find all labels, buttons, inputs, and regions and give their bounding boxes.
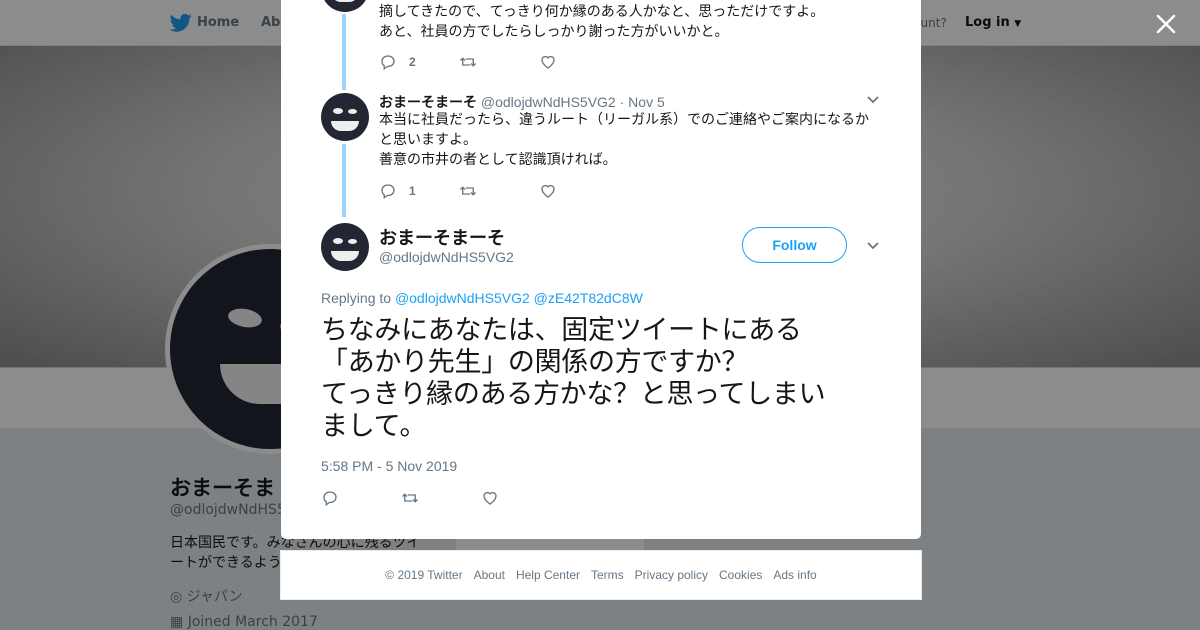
tweet-actions	[321, 489, 561, 507]
tweet-timestamp[interactable]: 5:58 PM - 5 Nov 2019	[321, 458, 457, 474]
reply-mention-link[interactable]: @odlojdwNdHS5VG2	[395, 290, 530, 306]
author-handle[interactable]: @odlojdwNdHS5VG2	[379, 249, 514, 265]
author-handle[interactable]: @odlojdwNdHS5VG2	[481, 94, 616, 110]
replying-to: Replying to @odlojdwNdHS5VG2 @zE42T82dC8…	[321, 290, 643, 306]
footer-link-terms[interactable]: Terms	[591, 568, 624, 582]
reply-icon	[381, 184, 395, 200]
retweet-icon	[460, 186, 476, 196]
reply-icon	[323, 491, 337, 507]
footer-link-ads-info[interactable]: Ads info	[773, 568, 816, 582]
tweet-date[interactable]: · Nov 5	[620, 94, 665, 110]
chevron-down-icon[interactable]	[867, 242, 879, 250]
retweet-icon	[402, 493, 418, 503]
like-icon	[541, 184, 555, 198]
reply-button[interactable]	[321, 489, 401, 507]
avatar[interactable]	[321, 0, 369, 12]
retweet-button[interactable]	[459, 182, 539, 200]
tweet-text-line: 「あかり先生」の関係の方ですか？	[321, 347, 749, 378]
retweet-icon	[460, 57, 476, 67]
tweet-actions: 2	[379, 52, 619, 72]
footer-link-help-center[interactable]: Help Center	[516, 568, 580, 582]
retweet-button[interactable]	[459, 53, 539, 71]
avatar[interactable]	[321, 93, 369, 141]
like-button[interactable]	[539, 53, 619, 71]
thread-connector	[342, 144, 346, 217]
tweet-header: おまーそまーそ @odlojdwNdHS5VG2 · Nov 5	[379, 92, 665, 112]
reply-count: 1	[409, 184, 416, 198]
tweet-permalink-modal: 摘してきたので、てっきり何か縁のある人かなと、思っただけですよ。 あと、社員の方…	[281, 0, 921, 539]
like-icon	[541, 55, 555, 69]
reply-button[interactable]: 1	[379, 182, 459, 200]
author-name[interactable]: おまーそまーそ	[379, 94, 477, 110]
tweet-text-line: 摘してきたので、てっきり何か縁のある人かなと、思っただけですよ。	[379, 4, 825, 20]
replying-prefix: Replying to	[321, 290, 392, 306]
tweet-text-line: あと、社員の方でしたらしっかり謝った方がいいかと。	[379, 24, 729, 40]
avatar[interactable]	[321, 223, 369, 271]
reply-button[interactable]: 2	[379, 53, 459, 71]
footer-copyright: © 2019 Twitter	[385, 568, 463, 582]
tweet-text-line: 本当に社員だったら、違うルート（リーガル系）でのご連絡やご案内になるか	[379, 112, 869, 128]
footer-link-about[interactable]: About	[474, 568, 505, 582]
tweet-text-line: と思いますよ。	[379, 132, 477, 148]
tweet-text: 摘してきたので、てっきり何か縁のある人かなと、思っただけですよ。 あと、社員の方…	[379, 2, 824, 42]
chevron-down-icon[interactable]	[867, 96, 879, 104]
main-tweet-text: ちなみにあなたは、固定ツイートにある 「あかり先生」の関係の方ですか？ てっきり…	[321, 315, 881, 443]
tweet-text-line: まして。	[321, 411, 427, 442]
thread-connector	[342, 14, 346, 90]
reply-icon	[381, 55, 395, 71]
like-icon	[483, 491, 497, 505]
tweet-text-line: 善意の市井の者として認識頂ければ。	[379, 152, 617, 168]
reply-mention-link[interactable]: @zE42T82dC8W	[534, 290, 643, 306]
close-icon[interactable]	[1154, 12, 1178, 36]
tweet-actions: 1	[379, 181, 619, 201]
tweet-text-line: ちなみにあなたは、固定ツイートにある	[321, 315, 802, 346]
footer-link-privacy[interactable]: Privacy policy	[635, 568, 708, 582]
follow-button[interactable]: Follow	[742, 227, 847, 263]
author-name[interactable]: おまーそまーそ	[379, 224, 505, 250]
tweet-text-line: てっきり縁のある方かな？と思ってしまい	[321, 379, 826, 410]
like-button[interactable]	[481, 489, 561, 507]
tweet-text: 本当に社員だったら、違うルート（リーガル系）でのご連絡やご案内になるか と思いま…	[379, 110, 879, 170]
reply-count: 2	[409, 55, 416, 69]
like-button[interactable]	[539, 182, 619, 200]
modal-footer: © 2019 Twitter About Help Center Terms P…	[280, 550, 922, 600]
footer-link-cookies[interactable]: Cookies	[719, 568, 762, 582]
retweet-button[interactable]	[401, 489, 481, 507]
